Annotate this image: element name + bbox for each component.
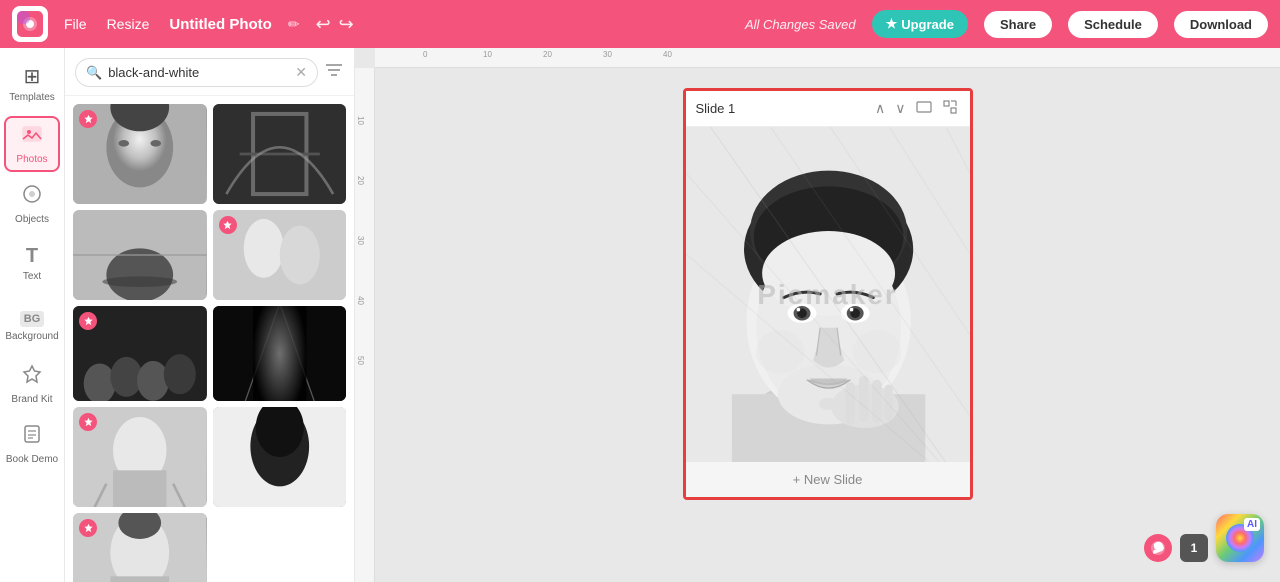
photo-grid xyxy=(65,96,354,582)
undo-redo-group: ↩ ↪ xyxy=(316,14,354,35)
premium-badge xyxy=(79,519,97,537)
new-slide-button[interactable]: + New Slide xyxy=(793,472,863,487)
page-number-badge: 1 xyxy=(1180,534,1208,562)
app-logo[interactable] xyxy=(12,6,48,42)
slide-container: Slide 1 ∧ ∨ xyxy=(683,88,973,500)
search-input[interactable] xyxy=(108,65,289,80)
text-label: Text xyxy=(23,271,41,283)
text-icon: T xyxy=(26,245,38,268)
premium-badge xyxy=(219,216,237,234)
save-status: All Changes Saved xyxy=(745,17,856,32)
list-item[interactable] xyxy=(213,104,347,204)
search-bar: 🔍 ✕ xyxy=(65,48,354,96)
premium-badge xyxy=(79,312,97,330)
edit-title-icon[interactable]: ✏ xyxy=(288,16,300,33)
undo-button[interactable]: ↩ xyxy=(316,14,331,35)
topbar: File Resize Untitled Photo ✏ ↩ ↪ All Cha… xyxy=(0,0,1280,48)
list-item[interactable] xyxy=(73,407,207,507)
objects-icon xyxy=(21,183,43,211)
templates-icon: ⊞ xyxy=(24,64,41,89)
slide-view-button[interactable] xyxy=(914,97,934,120)
slide-canvas: Picmaker xyxy=(686,127,970,462)
book-icon xyxy=(21,423,43,451)
help-chat-button[interactable] xyxy=(1144,534,1172,562)
ai-label: AI xyxy=(1244,518,1260,531)
share-button[interactable]: Share xyxy=(984,11,1052,38)
slide-down-button[interactable]: ∨ xyxy=(893,98,907,119)
book-label: Book Demo xyxy=(6,454,58,466)
search-icon: 🔍 xyxy=(86,65,102,81)
slide-expand-button[interactable] xyxy=(940,97,960,120)
photos-label: Photos xyxy=(16,154,47,166)
objects-label: Objects xyxy=(15,214,49,226)
list-item[interactable] xyxy=(73,513,207,582)
sidebar-item-book[interactable]: Book Demo xyxy=(4,416,60,472)
menu-resize[interactable]: Resize xyxy=(107,16,150,32)
list-item[interactable] xyxy=(213,407,347,507)
star-icon: ★ xyxy=(886,16,898,32)
ruler-horizontal: 0 10 20 30 40 xyxy=(375,48,1280,68)
brand-label: Brand Kit xyxy=(11,394,52,406)
brand-icon xyxy=(21,363,43,391)
upgrade-button[interactable]: ★ Upgrade xyxy=(872,10,968,38)
document-title[interactable]: Untitled Photo xyxy=(169,16,271,33)
sidebar-item-background[interactable]: BG Background xyxy=(4,296,60,352)
ruler-vertical: 10 20 30 40 50 xyxy=(355,68,375,582)
download-button[interactable]: Download xyxy=(1174,11,1268,38)
list-item[interactable] xyxy=(73,210,207,300)
canvas-area: ⊕ 14% 0 10 20 30 40 10 20 30 40 50 xyxy=(355,48,1280,582)
main-layout: ⊞ Templates Photos Objects xyxy=(0,48,1280,582)
icon-sidebar: ⊞ Templates Photos Objects xyxy=(0,48,65,582)
list-item[interactable] xyxy=(73,306,207,401)
menu-file[interactable]: File xyxy=(64,16,87,32)
slide-footer: + New Slide xyxy=(686,462,970,497)
slide-photo xyxy=(686,127,970,462)
sidebar-item-objects[interactable]: Objects xyxy=(4,176,60,232)
sidebar-item-text[interactable]: T Text xyxy=(4,236,60,292)
premium-badge xyxy=(79,110,97,128)
list-item[interactable] xyxy=(73,104,207,204)
ai-fab-button[interactable]: AI xyxy=(1216,514,1264,562)
templates-label: Templates xyxy=(9,92,55,104)
premium-badge xyxy=(79,413,97,431)
photos-panel: 🔍 ✕ xyxy=(65,48,355,582)
canvas-content: Slide 1 ∧ ∨ xyxy=(375,68,1280,582)
sidebar-item-templates[interactable]: ⊞ Templates xyxy=(4,56,60,112)
photos-icon xyxy=(21,123,43,151)
slide-controls: ∧ ∨ xyxy=(873,97,960,120)
sidebar-item-brand[interactable]: Brand Kit xyxy=(4,356,60,412)
topbar-menu: File Resize xyxy=(64,16,149,32)
slide-header: Slide 1 ∧ ∨ xyxy=(686,91,970,127)
sidebar-item-photos[interactable]: Photos xyxy=(4,116,60,172)
list-item[interactable] xyxy=(213,210,347,300)
slide-up-button[interactable]: ∧ xyxy=(873,98,887,119)
search-clear-icon[interactable]: ✕ xyxy=(295,64,307,81)
slide-title: Slide 1 xyxy=(696,101,736,116)
background-icon: BG xyxy=(20,305,45,328)
redo-button[interactable]: ↪ xyxy=(339,14,354,35)
list-item[interactable] xyxy=(213,306,347,401)
search-input-wrap[interactable]: 🔍 ✕ xyxy=(75,58,318,87)
schedule-button[interactable]: Schedule xyxy=(1068,11,1158,38)
background-label: Background xyxy=(5,331,58,343)
filter-icon[interactable] xyxy=(324,60,344,85)
